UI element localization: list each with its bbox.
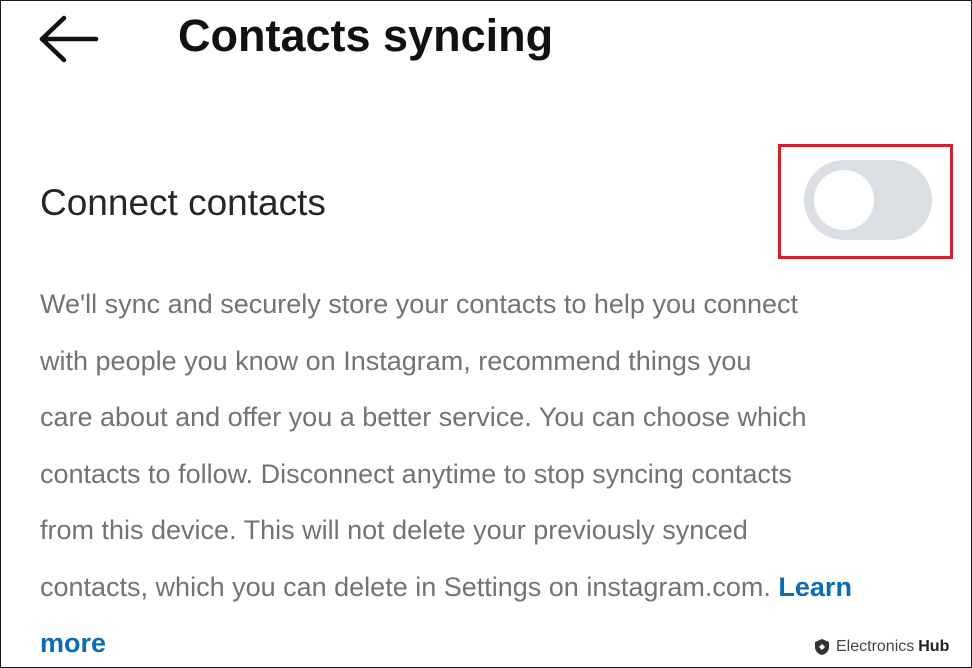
top-bar: Contacts syncing — [0, 0, 972, 80]
description-line: contacts to follow. Disconnect anytime t… — [40, 458, 792, 489]
back-button[interactable] — [36, 14, 102, 64]
sync-description: We'll sync and securely store your conta… — [40, 276, 940, 668]
connect-contacts-toggle[interactable] — [804, 160, 932, 240]
description-line: with people you know on Instagram, recom… — [40, 345, 752, 376]
description-line: care about and offer you a better servic… — [40, 402, 807, 432]
page-title: Contacts syncing — [178, 10, 554, 61]
toggle-knob — [814, 170, 874, 230]
description-link-line: more — [40, 615, 940, 668]
arrow-left-icon — [39, 15, 99, 63]
description-line: We'll sync and securely store your conta… — [40, 289, 799, 319]
description-line: from this device. This will not delete y… — [40, 515, 748, 545]
watermark-text-bold: Hub — [918, 638, 950, 655]
watermark-text: Electronics — [836, 638, 915, 655]
description-line: contacts, which you can delete in Settin… — [40, 571, 771, 602]
watermark: Electronics Hub — [814, 636, 949, 658]
connect-contacts-label: Connect contacts — [40, 182, 326, 223]
shield-logo-icon — [815, 639, 829, 655]
learn-more-link-continued[interactable]: more — [40, 628, 106, 658]
learn-more-link[interactable]: Learn — [778, 572, 852, 602]
description-last-line: contacts, which you can delete in Settin… — [40, 559, 940, 616]
